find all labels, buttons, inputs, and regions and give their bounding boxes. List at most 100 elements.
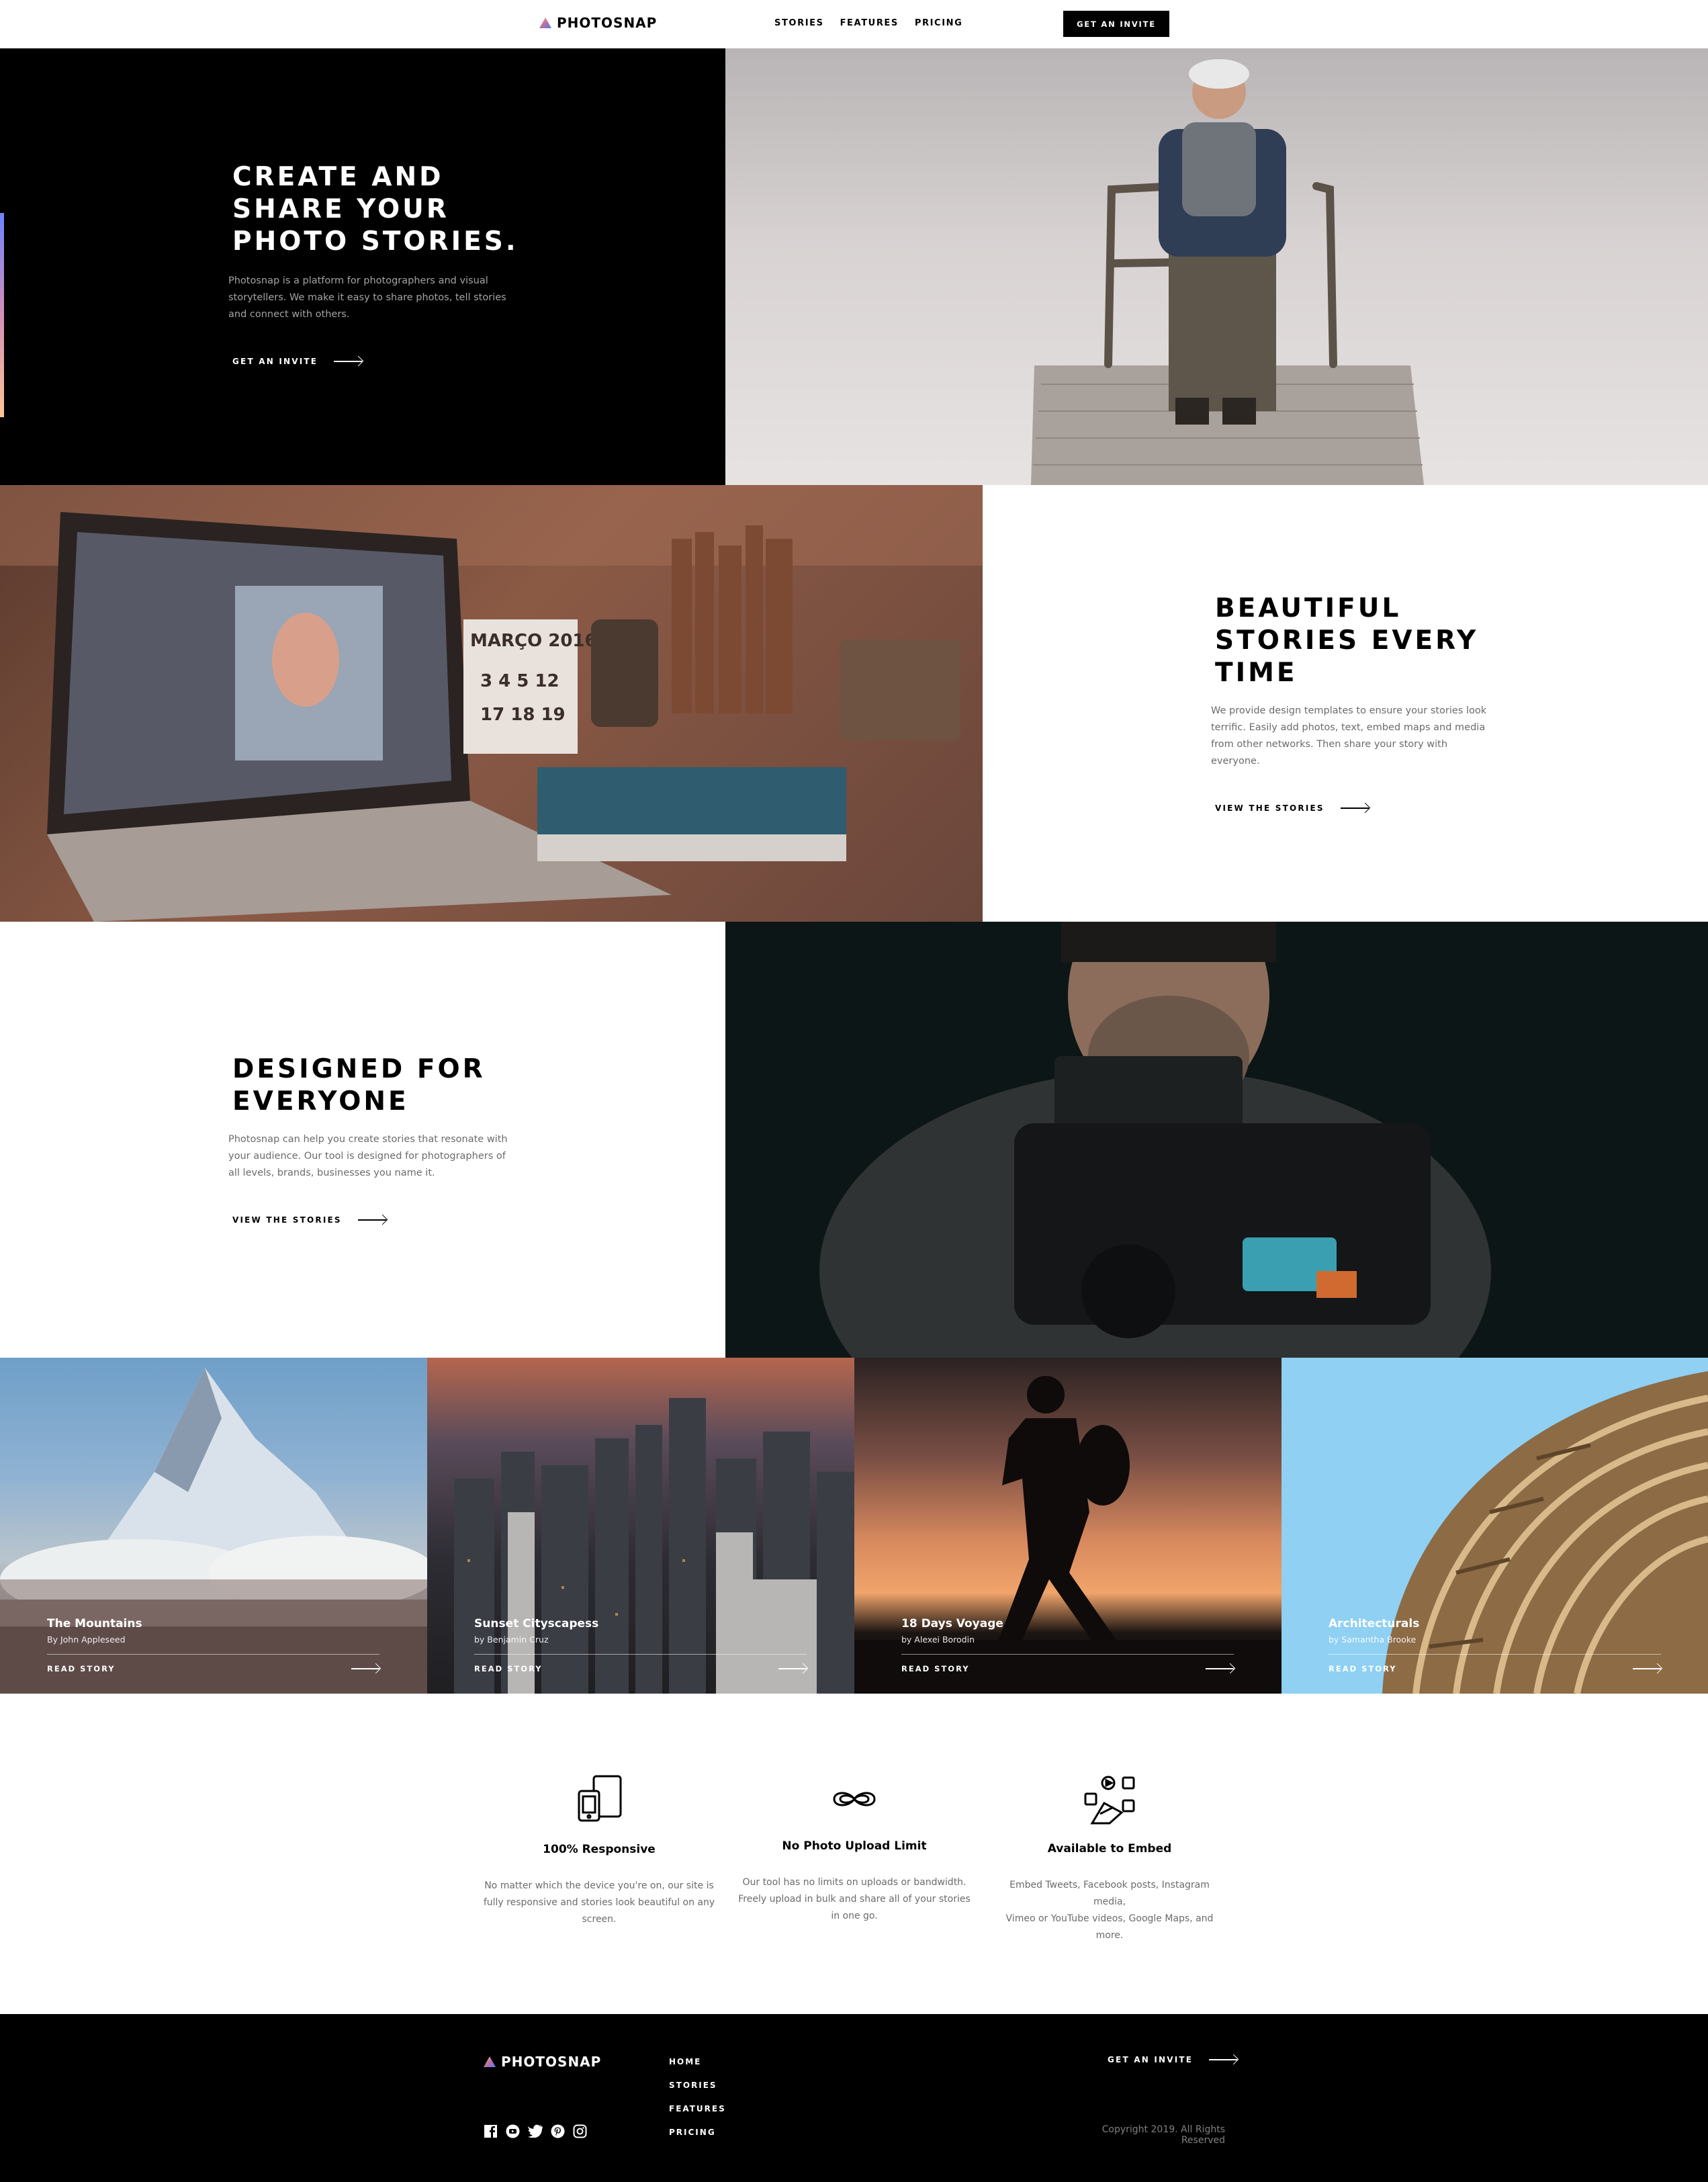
story-title: The Mountains xyxy=(47,1617,142,1630)
youtube-icon[interactable] xyxy=(506,2124,520,2138)
read-story-link[interactable]: READ STORY xyxy=(901,1664,970,1673)
read-story-link[interactable]: READ STORY xyxy=(1329,1664,1397,1673)
feature-description-line: Vimeo or YouTube videos, Google Maps, an… xyxy=(1005,1913,1214,1941)
instagram-icon[interactable] xyxy=(573,2124,587,2138)
responsive-devices-icon xyxy=(578,1775,622,1822)
twitter-icon[interactable] xyxy=(528,2124,543,2138)
arrow-right-icon[interactable] xyxy=(778,1668,807,1669)
story-author: By John Appleseed xyxy=(47,1634,126,1645)
read-story-link[interactable]: READ STORY xyxy=(474,1664,543,1673)
facebook-icon[interactable] xyxy=(484,2124,498,2138)
get-invite-button[interactable]: GET AN INVITE xyxy=(1063,11,1169,37)
story-footer: READ STORY xyxy=(474,1664,807,1694)
feature-description-line: in one go. xyxy=(831,1911,878,1921)
feature-description: Embed Tweets, Facebook posts, Instagram … xyxy=(992,1877,1227,1944)
hero-description-line: Photosnap is a platform for photographer… xyxy=(228,275,488,286)
story-text: Sunset Cityscapess by Benjamin Cruz READ… xyxy=(474,1617,807,1694)
logo-triangle-icon xyxy=(539,17,551,28)
arrow-right-icon xyxy=(357,1219,386,1221)
designed-description-line: all levels, brands, businesses you name … xyxy=(228,1168,435,1178)
social-links xyxy=(484,2124,587,2138)
feature-upload-limit: No Photo Upload Limit Our tool has no li… xyxy=(737,1774,972,1925)
story-text: The Mountains By John Appleseed READ STO… xyxy=(47,1617,379,1694)
designed-description: Photosnap can help you create stories th… xyxy=(228,1131,508,1182)
feature-description: No matter which the device you're on, ou… xyxy=(482,1878,717,1928)
divider xyxy=(47,1654,379,1655)
accent-bar xyxy=(0,213,4,417)
beautiful-title: BEAUTIFUL STORIES EVERY TIME xyxy=(1215,593,1478,689)
story-card[interactable]: 18 Days Voyage by Alexei Borodin READ ST… xyxy=(854,1358,1282,1694)
view-stories-link[interactable]: VIEW THE STORIES xyxy=(1215,803,1369,813)
designed-title-line: EVERYONE xyxy=(232,1086,409,1117)
primary-nav: STORIES FEATURES PRICING xyxy=(774,18,962,28)
designed-description-line: your audience. Our tool is designed for … xyxy=(228,1151,506,1162)
story-author: by Benjamin Cruz xyxy=(474,1634,549,1645)
hero-invite-label: GET AN INVITE xyxy=(232,357,318,366)
beautiful-title-line: BEAUTIFUL xyxy=(1215,593,1402,623)
beautiful-description-line: everyone. xyxy=(1211,756,1260,767)
hero-image-pier xyxy=(725,48,1708,485)
story-author: by Alexei Borodin xyxy=(901,1634,975,1645)
pinterest-icon[interactable] xyxy=(551,2124,565,2138)
beautiful-description-line: terrific. Easily add photos, text, embed… xyxy=(1211,722,1486,733)
story-footer: READ STORY xyxy=(901,1664,1234,1694)
nav-link-features[interactable]: FEATURES xyxy=(840,18,899,28)
beautiful-title-line: TIME xyxy=(1215,658,1298,688)
designed-description-line: Photosnap can help you create stories th… xyxy=(228,1134,508,1145)
nav-link-stories[interactable]: STORIES xyxy=(774,18,824,28)
hero-title-line: SHARE YOUR xyxy=(232,194,449,224)
designed-title-line: DESIGNED FOR xyxy=(232,1054,486,1084)
footer-link-features[interactable]: FEATURES xyxy=(669,2104,726,2113)
story-title: Sunset Cityscapess xyxy=(474,1617,599,1630)
hero-title-line: PHOTO STORIES. xyxy=(232,226,519,257)
footer-logo[interactable]: PHOTOSNAP xyxy=(484,2054,601,2070)
footer-link-stories[interactable]: STORIES xyxy=(669,2081,717,2090)
feature-responsive: 100% Responsive No matter which the devi… xyxy=(482,1774,717,1928)
infinity-icon xyxy=(833,1792,876,1806)
arrow-right-icon xyxy=(1340,808,1369,809)
read-story-link[interactable]: READ STORY xyxy=(47,1664,116,1673)
story-text: 18 Days Voyage by Alexei Borodin READ ST… xyxy=(901,1617,1234,1694)
svg-text:MARÇO 2016: MARÇO 2016 xyxy=(470,631,597,651)
arrow-right-icon xyxy=(1209,2059,1238,2060)
beautiful-description-line: from other networks. Then share your sto… xyxy=(1211,739,1448,750)
story-card[interactable]: The Mountains By John Appleseed READ STO… xyxy=(0,1358,427,1694)
story-footer: READ STORY xyxy=(1329,1664,1661,1694)
hero-description-line: and connect with others. xyxy=(228,309,350,320)
story-author: by Samantha Brooke xyxy=(1329,1634,1417,1645)
feature-title: 100% Responsive xyxy=(543,1843,656,1856)
beautiful-title-line: STORIES EVERY xyxy=(1215,625,1479,656)
nav-link-pricing[interactable]: PRICING xyxy=(915,18,963,28)
hero-invite-link[interactable]: GET AN INVITE xyxy=(232,357,363,366)
story-text: Architecturals by Samantha Brooke READ S… xyxy=(1329,1617,1661,1694)
embed-media-icon xyxy=(1084,1776,1135,1825)
brand-logo[interactable]: PHOTOSNAP xyxy=(539,15,657,31)
story-card[interactable]: Architecturals by Samantha Brooke READ S… xyxy=(1282,1358,1708,1694)
story-title: 18 Days Voyage xyxy=(901,1617,1003,1630)
divider xyxy=(1329,1654,1661,1655)
designed-title: DESIGNED FOR EVERYONE xyxy=(232,1053,486,1118)
view-stories-label: VIEW THE STORIES xyxy=(1215,803,1324,813)
view-stories-link-2[interactable]: VIEW THE STORIES xyxy=(232,1215,386,1225)
logo-triangle-icon xyxy=(484,2056,496,2067)
footer-link-home[interactable]: HOME xyxy=(669,2057,701,2066)
beautiful-stories-section: BEAUTIFUL STORIES EVERY TIME We provide … xyxy=(983,485,1708,922)
site-footer: PHOTOSNAP HOME STORIES FEATURES PRICING … xyxy=(0,2014,1708,2182)
footer-link-pricing[interactable]: PRICING xyxy=(669,2128,716,2137)
hero-title: CREATE AND SHARE YOUR PHOTO STORIES. xyxy=(232,161,519,258)
view-stories-label: VIEW THE STORIES xyxy=(232,1215,342,1225)
feature-embed: Available to Embed Embed Tweets, Faceboo… xyxy=(992,1774,1227,1944)
arrow-right-icon[interactable] xyxy=(1206,1668,1234,1669)
feature-description-line: screen. xyxy=(582,1914,617,1925)
footer-invite-link[interactable]: GET AN INVITE xyxy=(1108,2055,1238,2064)
story-footer: READ STORY xyxy=(47,1664,379,1694)
laptop-desk-image: MARÇO 2016 3 4 5 12 17 18 19 xyxy=(0,485,983,922)
arrow-right-icon[interactable] xyxy=(1633,1668,1661,1669)
svg-text:3 4 5 12: 3 4 5 12 xyxy=(480,671,559,691)
beautiful-description: We provide design templates to ensure yo… xyxy=(1211,703,1486,770)
divider xyxy=(901,1654,1234,1655)
footer-invite-label: GET AN INVITE xyxy=(1108,2055,1194,2064)
camera-operator-image xyxy=(725,922,1708,1358)
story-card[interactable]: Sunset Cityscapess by Benjamin Cruz READ… xyxy=(427,1358,854,1694)
arrow-right-icon[interactable] xyxy=(351,1668,379,1669)
